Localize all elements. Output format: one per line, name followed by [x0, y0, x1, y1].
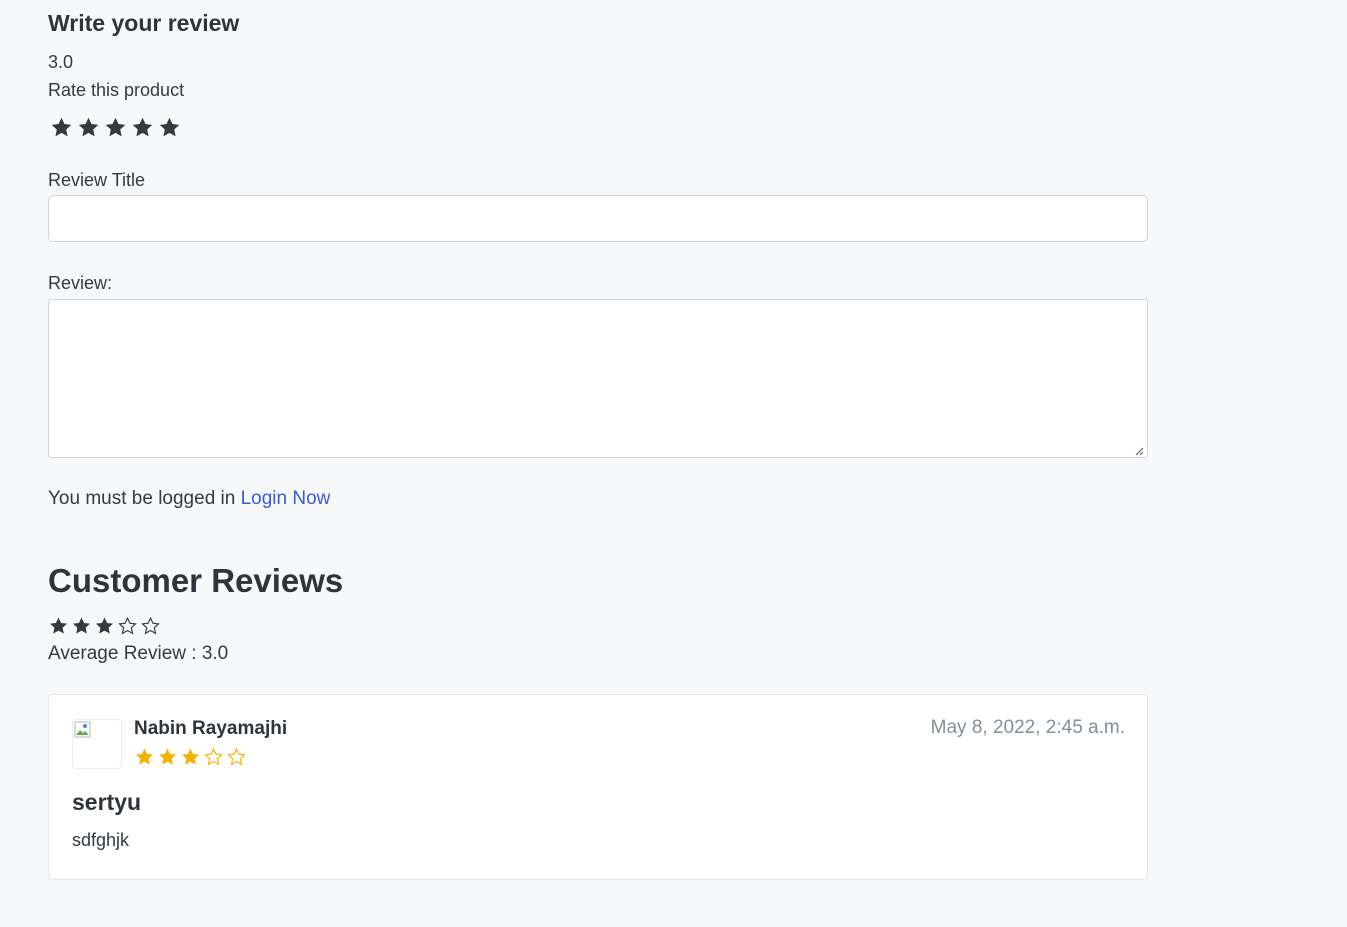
customer-reviews-heading: Customer Reviews — [48, 562, 344, 599]
star-filled-icon — [73, 617, 90, 634]
star-filled-icon — [96, 617, 113, 634]
avatar — [72, 719, 122, 769]
star-filled-icon — [159, 748, 176, 765]
rating-input[interactable] — [50, 116, 181, 139]
selected-rating-value: 3.0 — [48, 52, 74, 72]
review-rating-stars — [134, 747, 247, 767]
login-required-text: You must be logged in — [48, 488, 236, 509]
star-outline-icon — [118, 616, 137, 635]
average-rating-stars — [48, 616, 161, 636]
rate-product-label: Rate this product — [48, 80, 185, 100]
review-card: Nabin Rayamajhi May 8, 2022, 2:45 a.m. s… — [48, 694, 1148, 880]
star-outline-icon — [204, 747, 223, 766]
review-date: May 8, 2022, 2:45 a.m. — [930, 717, 1125, 738]
star-icon[interactable] — [158, 116, 181, 139]
reviewer-name: Nabin Rayamajhi — [134, 718, 288, 739]
write-review-heading: Write your review — [48, 10, 240, 36]
star-filled-icon — [182, 748, 199, 765]
star-icon[interactable] — [104, 116, 127, 139]
login-required-notice: You must be logged in Login Now — [48, 488, 330, 510]
star-outline-icon — [227, 747, 246, 766]
star-icon[interactable] — [77, 116, 100, 139]
broken-image-icon — [74, 721, 91, 738]
star-icon[interactable] — [50, 116, 73, 139]
star-filled-icon — [136, 748, 153, 765]
review-title-input[interactable] — [48, 195, 1148, 242]
login-now-link[interactable]: Login Now — [241, 488, 331, 509]
review-title: sertyu — [72, 789, 142, 815]
star-outline-icon — [141, 616, 160, 635]
review-title-label: Review Title — [48, 170, 146, 190]
star-filled-icon — [50, 617, 67, 634]
review-body-label: Review: — [48, 273, 113, 293]
average-review-text: Average Review : 3.0 — [48, 643, 229, 664]
review-body: sdfghjk — [72, 830, 130, 850]
review-textarea[interactable] — [48, 299, 1148, 458]
star-icon[interactable] — [131, 116, 154, 139]
resize-grip-icon[interactable] — [1134, 446, 1144, 456]
